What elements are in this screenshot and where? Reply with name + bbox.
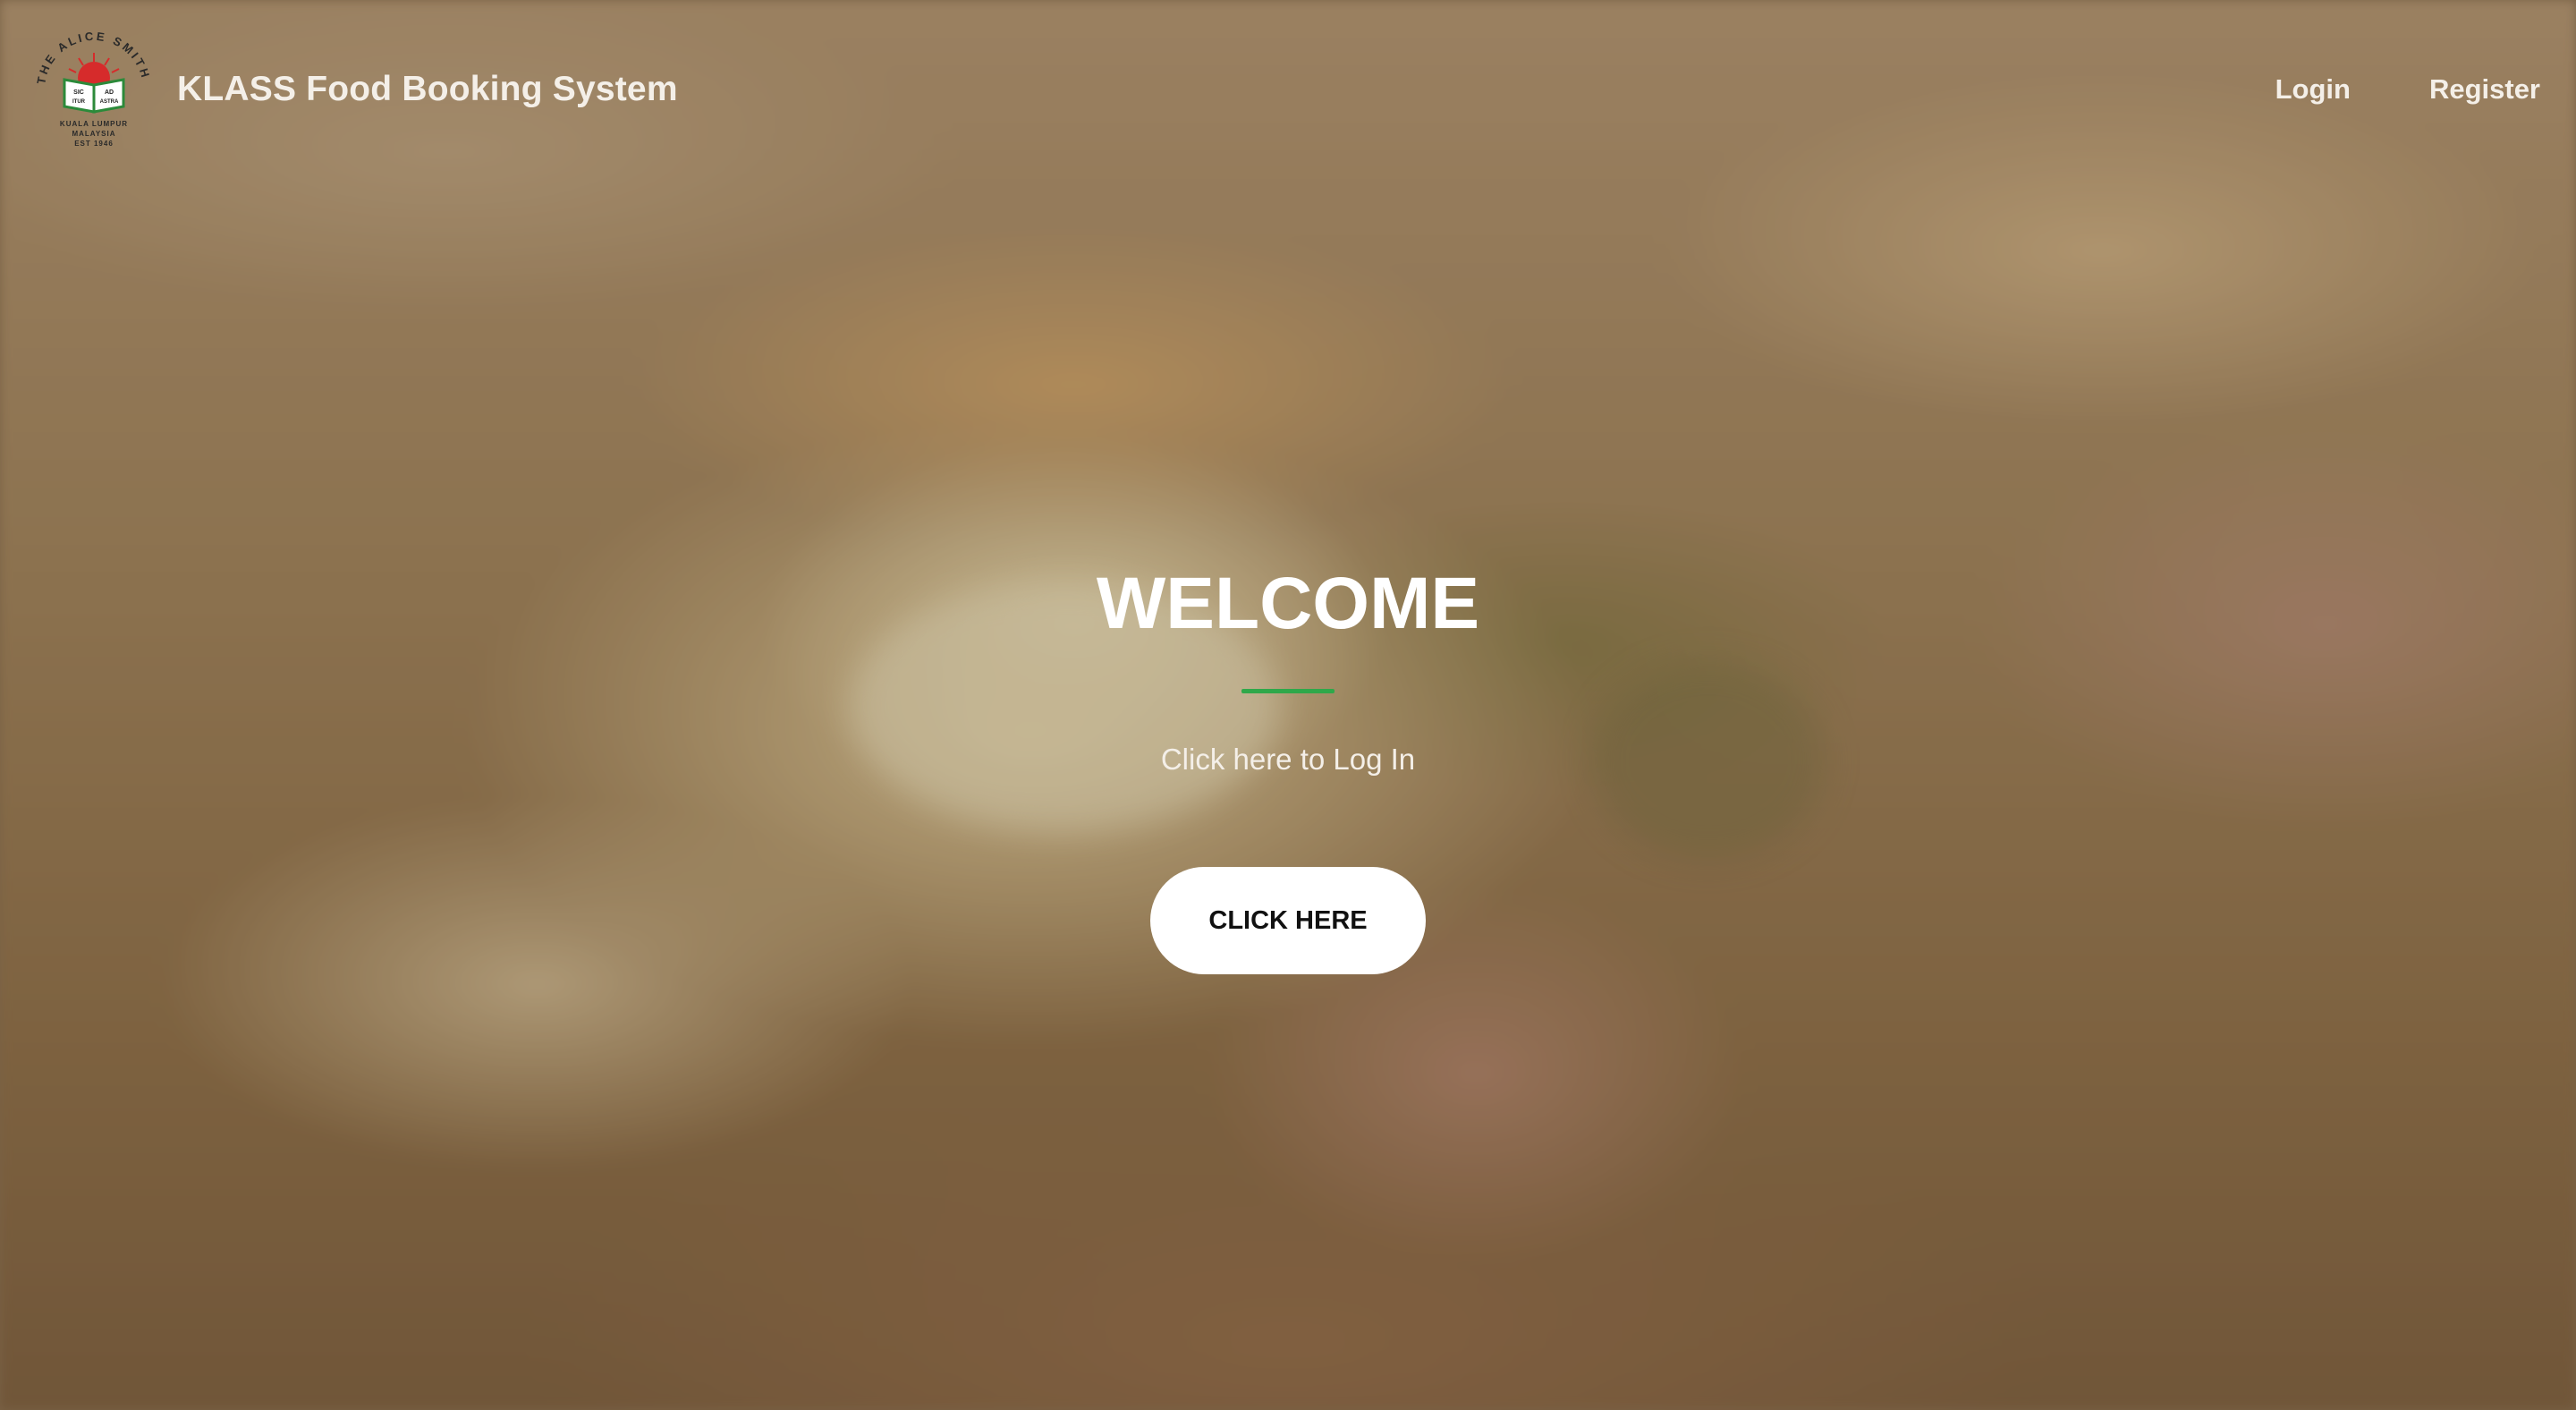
landing-page: THE ALICE SMITH SCHOOL	[0, 0, 2576, 1410]
school-crest-logo[interactable]: THE ALICE SMITH SCHOOL	[27, 22, 161, 157]
hero-title: WELCOME	[1096, 563, 1480, 644]
nav-login-link[interactable]: Login	[2275, 73, 2351, 106]
logo-location-line1: KUALA LUMPUR	[60, 120, 128, 128]
brand-title[interactable]: KLASS Food Booking System	[177, 70, 678, 109]
hero-divider	[1241, 689, 1335, 693]
click-here-button[interactable]: CLICK HERE	[1150, 867, 1426, 974]
book-icon: SIC ITUR AD ASTRA	[63, 78, 125, 114]
svg-text:ASTRA: ASTRA	[100, 99, 119, 105]
brand[interactable]: THE ALICE SMITH SCHOOL	[27, 22, 678, 157]
navbar: THE ALICE SMITH SCHOOL	[0, 0, 2576, 179]
svg-text:AD: AD	[105, 89, 114, 96]
hero-subtitle: Click here to Log In	[1160, 743, 1416, 776]
nav-register-link[interactable]: Register	[2429, 73, 2540, 106]
logo-established: EST 1946	[74, 140, 114, 148]
svg-text:SIC: SIC	[73, 89, 84, 96]
hero-section: WELCOME Click here to Log In CLICK HERE	[0, 555, 2576, 974]
nav-links: Login Register	[2197, 73, 2540, 106]
logo-location-line2: MALAYSIA	[72, 130, 115, 138]
svg-text:ITUR: ITUR	[72, 99, 86, 105]
